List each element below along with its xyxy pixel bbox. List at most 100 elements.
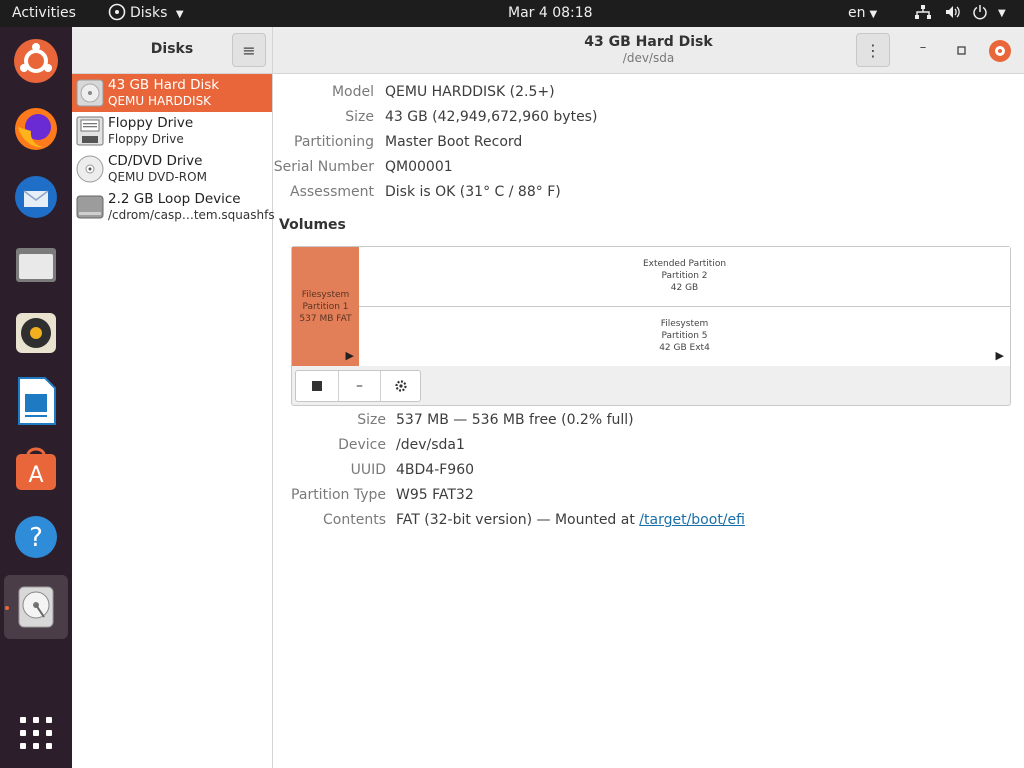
contents-text: FAT (32-bit version) — Mounted at bbox=[396, 512, 640, 528]
unmount-button[interactable] bbox=[296, 371, 339, 401]
drive-options-button[interactable]: ⋮ bbox=[856, 33, 890, 67]
partition-options-button[interactable] bbox=[381, 371, 420, 401]
size-value: 43 GB (42,949,672,960 bytes) bbox=[385, 109, 598, 125]
app-menu-label: Disks bbox=[130, 5, 168, 21]
minimize-button[interactable]: – bbox=[913, 40, 933, 60]
disks-app-icon bbox=[108, 3, 126, 21]
ubuntu-software-icon[interactable]: A bbox=[10, 443, 62, 495]
stop-icon bbox=[312, 381, 322, 391]
extended-name: Partition 2 bbox=[661, 271, 708, 281]
partition-1-size: 537 MB FAT bbox=[299, 314, 352, 324]
volumes-heading: Volumes bbox=[279, 217, 346, 233]
menu-button[interactable]: ≡ bbox=[232, 33, 266, 67]
power-icon[interactable] bbox=[972, 0, 988, 27]
partition-5-type: Filesystem bbox=[660, 319, 709, 329]
files-icon[interactable] bbox=[10, 239, 62, 291]
device-value: /dev/sda1 bbox=[396, 437, 465, 453]
uuid-label: UUID bbox=[350, 462, 386, 478]
device-model: Floppy Drive bbox=[108, 132, 184, 146]
assessment-value: Disk is OK (31° C / 88° F) bbox=[385, 184, 561, 200]
serial-value: QM00001 bbox=[385, 159, 453, 175]
loop-device-icon bbox=[76, 195, 104, 219]
device-name: 43 GB Hard Disk bbox=[108, 77, 220, 93]
top-bar: Activities Disks ▼ Mar 4 08:18 en ▼ ▼ bbox=[0, 0, 1024, 27]
chevron-down-icon: ▼ bbox=[175, 9, 184, 20]
firefox-icon[interactable] bbox=[10, 103, 62, 155]
partition-5-block[interactable]: Filesystem Partition 5 42 GB Ext4 ▶ bbox=[359, 307, 1010, 366]
partition-5-size: 42 GB Ext4 bbox=[659, 343, 710, 353]
floppy-icon bbox=[76, 116, 104, 146]
device-item-loop[interactable]: 2.2 GB Loop Device /cdrom/casp…tem.squas… bbox=[72, 188, 275, 226]
close-icon bbox=[995, 46, 1005, 56]
rhythmbox-icon[interactable] bbox=[10, 307, 62, 359]
partition-size-label: Size bbox=[357, 412, 386, 428]
model-label: Model bbox=[331, 84, 374, 100]
language-label: en bbox=[848, 5, 866, 21]
device-path: /cdrom/casp…tem.squashfs bbox=[108, 208, 275, 222]
close-button[interactable] bbox=[989, 40, 1011, 62]
clock[interactable]: Mar 4 08:18 bbox=[508, 0, 593, 27]
assessment-label: Assessment bbox=[290, 184, 374, 200]
serial-label: Serial Number bbox=[273, 159, 374, 175]
device-item-floppy[interactable]: Floppy Drive Floppy Drive bbox=[72, 112, 272, 150]
network-icon[interactable] bbox=[914, 0, 932, 27]
minus-icon: – bbox=[356, 378, 363, 394]
ubuntu-installer-icon[interactable] bbox=[10, 35, 62, 87]
device-item-optical[interactable]: CD/DVD Drive QEMU DVD-ROM bbox=[72, 150, 272, 188]
device-model: QEMU DVD-ROM bbox=[108, 170, 207, 184]
partition-type-label: Partition Type bbox=[291, 487, 386, 503]
svg-text:?: ? bbox=[29, 523, 43, 553]
device-item-hard-disk[interactable]: 43 GB Hard Disk QEMU HARDDISK bbox=[72, 74, 272, 112]
hard-disk-icon bbox=[76, 79, 104, 107]
chevron-down-icon[interactable]: ▼ bbox=[998, 0, 1006, 27]
uuid-value: 4BD4-F960 bbox=[396, 462, 475, 478]
dock: A ? bbox=[0, 27, 72, 768]
volume-icon[interactable] bbox=[944, 0, 962, 27]
sidebar-header: Disks ≡ bbox=[72, 27, 273, 74]
delete-partition-button[interactable]: – bbox=[339, 371, 381, 401]
window-subtitle: /dev/sda bbox=[622, 51, 675, 65]
maximize-button[interactable] bbox=[952, 41, 972, 61]
extended-type: Extended Partition bbox=[642, 259, 727, 269]
hamburger-icon: ≡ bbox=[242, 40, 256, 60]
partition-1-type: Filesystem bbox=[301, 290, 350, 300]
svg-text:A: A bbox=[28, 463, 43, 488]
device-name: CD/DVD Drive bbox=[108, 153, 203, 169]
running-indicator bbox=[5, 606, 9, 610]
device-label: Device bbox=[338, 437, 386, 453]
thunderbird-icon[interactable] bbox=[10, 171, 62, 223]
window-header: 43 GB Hard Disk /dev/sda ⋮ – bbox=[273, 27, 1024, 74]
device-name: Floppy Drive bbox=[108, 115, 194, 131]
partition-5-name: Partition 5 bbox=[661, 331, 708, 341]
extended-size: 42 GB bbox=[670, 283, 699, 293]
device-model: QEMU HARDDISK bbox=[108, 94, 212, 108]
partitioning-label: Partitioning bbox=[294, 134, 374, 150]
libreoffice-writer-icon[interactable] bbox=[10, 375, 62, 427]
size-label: Size bbox=[345, 109, 374, 125]
model-value: QEMU HARDDISK (2.5+) bbox=[385, 84, 555, 100]
language-indicator[interactable]: en ▼ bbox=[848, 0, 877, 27]
play-icon: ▶ bbox=[345, 349, 354, 362]
app-menu[interactable]: Disks ▼ bbox=[108, 0, 184, 27]
contents-value: FAT (32-bit version) — Mounted at /targe… bbox=[396, 512, 745, 528]
partition-type-value: W95 FAT32 bbox=[396, 487, 474, 503]
partitioning-value: Master Boot Record bbox=[385, 134, 523, 150]
chevron-down-icon: ▼ bbox=[869, 9, 878, 20]
gear-icon bbox=[394, 380, 407, 392]
device-name: 2.2 GB Loop Device bbox=[108, 191, 241, 207]
play-icon: ▶ bbox=[995, 349, 1004, 362]
device-list: 43 GB Hard Disk QEMU HARDDISK Floppy Dri… bbox=[72, 74, 275, 768]
activities-button[interactable]: Activities bbox=[12, 0, 76, 27]
partition-1-name: Partition 1 bbox=[302, 302, 349, 312]
window-title: 43 GB Hard Disk bbox=[584, 34, 713, 50]
extended-partition-block[interactable]: Extended Partition Partition 2 42 GB bbox=[359, 247, 1010, 307]
mount-point-link[interactable]: /target/boot/efi bbox=[639, 512, 745, 528]
partition-1-block[interactable]: Filesystem Partition 1 537 MB FAT ▶ bbox=[292, 247, 360, 366]
show-applications-icon[interactable] bbox=[10, 707, 62, 759]
partition-size-value: 537 MB — 536 MB free (0.2% full) bbox=[396, 412, 634, 428]
contents-label: Contents bbox=[323, 512, 386, 528]
disks-app-dock-icon[interactable] bbox=[4, 575, 68, 639]
optical-drive-icon bbox=[76, 155, 104, 183]
help-icon[interactable]: ? bbox=[10, 511, 62, 563]
vertical-dots-icon: ⋮ bbox=[865, 40, 881, 60]
